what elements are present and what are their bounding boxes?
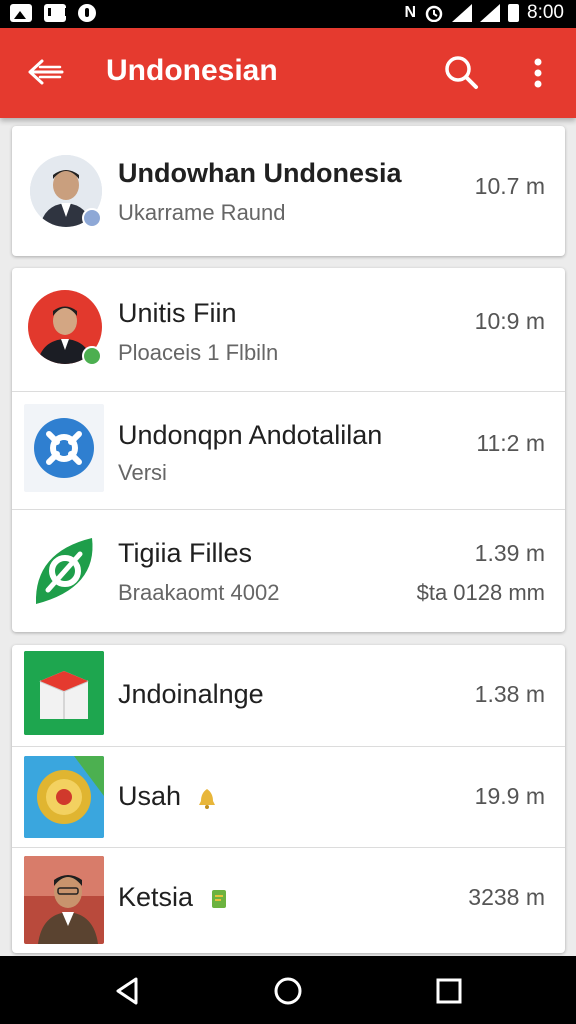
item-subtitle: Ukarrame Raund	[118, 200, 286, 225]
more-options-icon[interactable]	[524, 56, 552, 90]
status-time: 8:00	[527, 2, 564, 23]
item-subtitle: Braakaomt 4002	[118, 580, 280, 605]
home-nav-icon[interactable]	[271, 974, 305, 1008]
alarm-icon	[425, 5, 443, 22]
box-app-icon	[24, 651, 104, 735]
status-badge	[82, 208, 102, 228]
app-icon-container	[24, 651, 104, 735]
item-title: Jndoinalnge	[118, 679, 264, 709]
app-icon-container	[28, 532, 100, 608]
app-icon-container	[24, 756, 104, 838]
image-notification-icon	[10, 4, 32, 22]
list-item[interactable]: Unitis Fiin Ploaceis 1 Flbiln 10:9 m	[12, 268, 565, 392]
list-item[interactable]: Jndoinalnge 1.38 m	[12, 645, 565, 747]
emblem-app-icon	[24, 756, 104, 838]
back-arrow-icon[interactable]	[26, 54, 66, 90]
item-subtitle: Versi	[118, 460, 167, 485]
person-photo-icon	[24, 856, 104, 944]
item-secondary-time: $ta 0128 mm	[416, 580, 545, 605]
page-title: Undonesian	[106, 54, 278, 87]
battery-icon	[508, 4, 520, 22]
item-title: Unitis Fiin	[118, 298, 237, 328]
search-icon[interactable]	[443, 54, 479, 90]
status-bar: N 8:00	[0, 0, 576, 28]
back-nav-icon[interactable]	[110, 974, 144, 1008]
navigation-bar	[0, 956, 576, 1024]
list-item[interactable]: Usah 19.9 m	[12, 747, 565, 848]
notification-icons	[10, 4, 96, 22]
item-time: 3238 m	[468, 884, 545, 910]
list-item[interactable]: Undowhan Undonesia Ukarrame Raund 10.7 m	[12, 126, 565, 256]
item-title: Undonqpn Andotalilan	[118, 420, 383, 450]
wifi-signal-icon	[452, 4, 473, 22]
item-time: 10.7 m	[474, 173, 545, 199]
item-time: 19.9 m	[474, 783, 545, 809]
app-icon-container	[24, 404, 104, 492]
item-time: 10:9 m	[474, 308, 545, 334]
info-notification-icon	[78, 4, 96, 22]
nfc-icon: N	[404, 4, 417, 21]
list-item[interactable]: Tigiia Filles Braakaomt 4002 1.39 m $ta …	[12, 510, 565, 632]
item-title: Ketsia	[118, 882, 229, 913]
sync-app-icon	[34, 418, 94, 478]
item-title: Undowhan Undonesia	[118, 158, 402, 188]
item-title: Usah	[118, 781, 217, 812]
app-bar: Undonesian	[0, 28, 576, 118]
mail-notification-icon	[44, 4, 68, 22]
cell-signal-icon	[480, 4, 501, 22]
leaf-app-icon	[35, 538, 93, 604]
recents-nav-icon[interactable]	[432, 974, 466, 1008]
item-subtitle: Ploaceis 1 Flbiln	[118, 340, 279, 365]
item-time: 1.39 m	[474, 540, 545, 566]
list-item[interactable]: Undonqpn Andotalilan Versi 11:2 m	[12, 392, 565, 510]
bell-icon	[198, 788, 215, 809]
note-icon	[211, 889, 226, 908]
conversation-card: Undowhan Undonesia Ukarrame Raund 10.7 m	[12, 126, 565, 256]
system-icons: N 8:00	[404, 2, 564, 24]
conversation-card: Jndoinalnge 1.38 m Usah 19.9 m Ketsia 32…	[12, 645, 565, 953]
app-icon-container	[24, 856, 104, 944]
item-time: 11:2 m	[476, 430, 545, 456]
status-badge	[82, 346, 102, 366]
conversation-card: Unitis Fiin Ploaceis 1 Flbiln 10:9 m Und…	[12, 268, 565, 632]
item-time: 1.38 m	[474, 681, 545, 707]
item-title: Tigiia Filles	[118, 538, 253, 568]
list-item[interactable]: Ketsia 3238 m	[12, 848, 565, 953]
item-title-text: Usah	[118, 781, 182, 811]
item-title-text: Ketsia	[118, 882, 194, 912]
